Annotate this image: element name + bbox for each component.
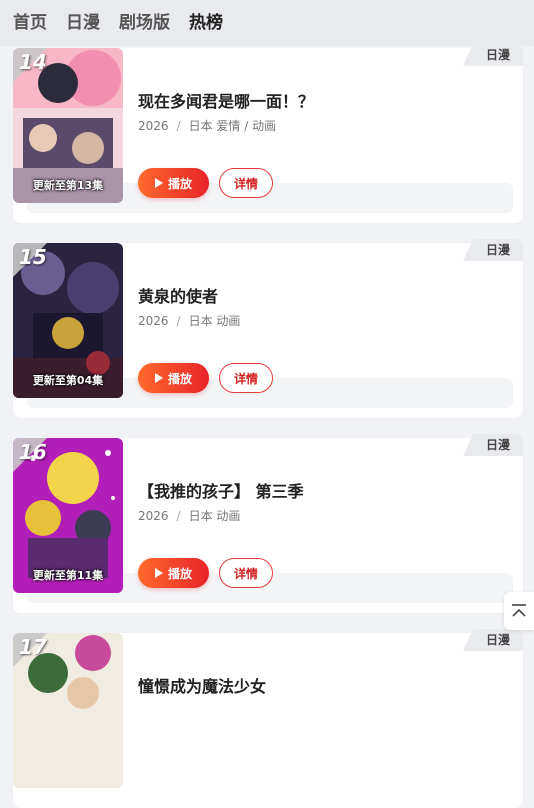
category-tag: 日漫 [463, 239, 523, 261]
tags: 日本 动画 [188, 509, 241, 523]
play-label: 播放 [167, 176, 192, 191]
anime-meta: 2026 / 日本 动画 [138, 507, 240, 524]
separator: / [176, 509, 181, 523]
rank-number: 16 [19, 440, 47, 464]
nav-item-movies[interactable]: 剧场版 [119, 12, 170, 34]
year: 2026 [138, 119, 169, 133]
year: 2026 [138, 314, 169, 328]
detail-button[interactable]: 详情 [219, 363, 273, 393]
separator: / [176, 119, 181, 133]
rank-number: 17 [19, 635, 47, 659]
anime-title[interactable]: 现在多闻君是哪一面！？ [138, 88, 314, 112]
tags: 日本 爱情 / 动画 [188, 119, 277, 133]
play-label: 播放 [167, 566, 192, 581]
anime-title[interactable]: 憧憬成为魔法少女 [138, 673, 266, 697]
anime-title[interactable]: 黄泉的使者 [138, 283, 218, 307]
play-button[interactable]: 播放 [138, 558, 209, 588]
nav-item-hot-rank[interactable]: 热榜 [189, 12, 223, 35]
arrow-up-to-top-icon [512, 604, 526, 617]
play-icon [154, 373, 163, 383]
top-nav: 首页 日漫 剧场版 热榜 [0, 0, 534, 46]
anime-meta: 2026 / 日本 爱情 / 动画 [138, 117, 276, 134]
episode-label: 更新至第13集 [32, 179, 104, 192]
category-tag: 日漫 [463, 44, 523, 66]
tags: 日本 动画 [188, 314, 241, 328]
poster-image[interactable]: 16 更新至第11集 [13, 438, 123, 593]
separator: / [176, 314, 181, 328]
play-label: 播放 [167, 371, 192, 386]
anime-title[interactable]: 【我推的孩子】 第三季 [138, 478, 304, 502]
play-button[interactable]: 播放 [138, 363, 209, 393]
episode-label: 更新至第11集 [32, 569, 104, 582]
rank-number: 15 [19, 245, 47, 269]
nav-item-home[interactable]: 首页 [13, 12, 47, 34]
nav-item-japanese-anime[interactable]: 日漫 [66, 12, 100, 34]
anime-meta: 2026 / 日本 动画 [138, 312, 240, 329]
poster-image[interactable]: 17 [13, 633, 123, 788]
back-to-top-button[interactable] [504, 592, 534, 630]
poster-image[interactable]: 14 更新至第13集 [13, 48, 123, 203]
episode-label: 更新至第04集 [32, 374, 104, 387]
year: 2026 [138, 509, 169, 523]
detail-button[interactable]: 详情 [219, 168, 273, 198]
category-tag: 日漫 [463, 629, 523, 651]
play-icon [154, 568, 163, 578]
rank-number: 14 [19, 50, 47, 74]
category-tag: 日漫 [463, 434, 523, 456]
play-icon [154, 178, 163, 188]
detail-button[interactable]: 详情 [219, 558, 273, 588]
play-button[interactable]: 播放 [138, 168, 209, 198]
poster-image[interactable]: 15 更新至第04集 [13, 243, 123, 398]
